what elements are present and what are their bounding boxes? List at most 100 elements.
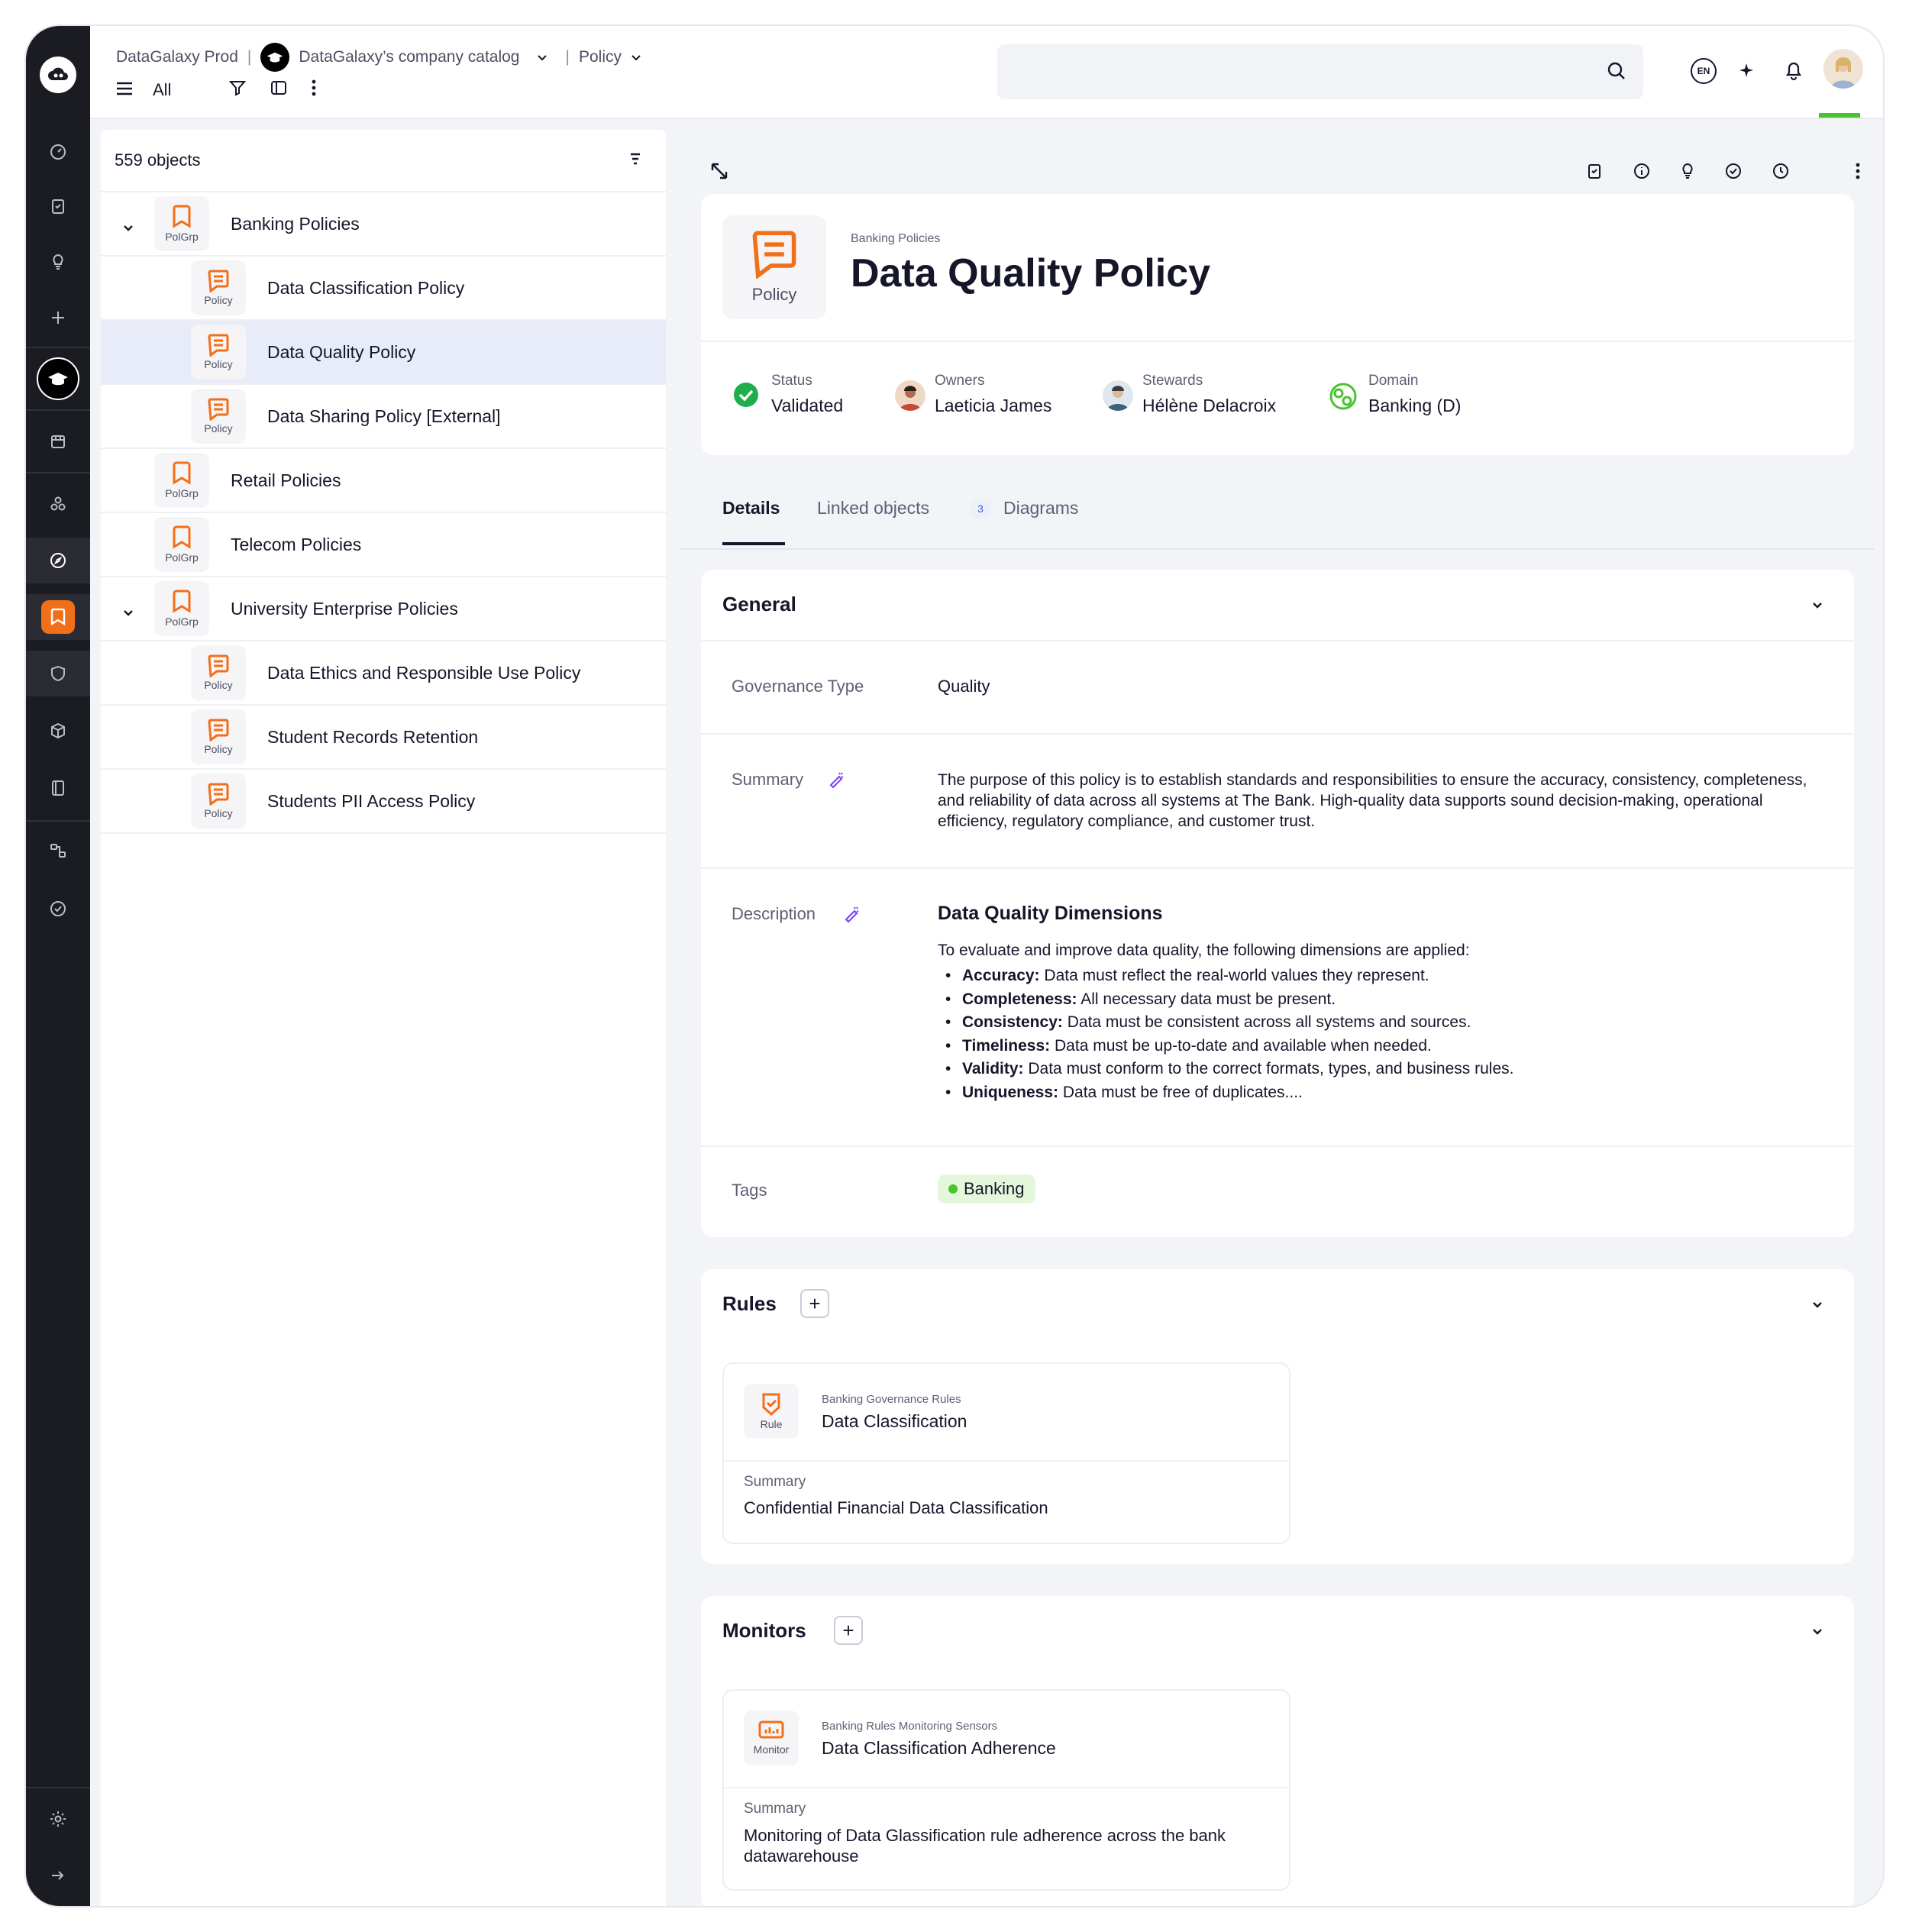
linked-count-badge: 3 xyxy=(970,499,991,518)
tab-linked-objects[interactable]: Linked objects xyxy=(817,498,929,519)
marketplace-icon[interactable] xyxy=(26,418,90,464)
datagalaxy-logo-icon[interactable] xyxy=(40,57,76,93)
search-input[interactable] xyxy=(997,44,1643,99)
summary-value[interactable]: The purpose of this policy is to establi… xyxy=(938,770,1808,832)
tree-item-label: Telecom Policies xyxy=(231,534,362,554)
expand-arrow-icon[interactable] xyxy=(26,1853,90,1898)
rule-summary: Confidential Financial Data Classificati… xyxy=(744,1498,1048,1517)
section-title: General xyxy=(722,593,796,615)
tab-diagrams[interactable]: Diagrams xyxy=(1003,498,1078,519)
tree-item-data-quality-policy[interactable]: Policy Data Quality Policy xyxy=(101,321,666,385)
tree-item-data-classification-policy[interactable]: Policy Data Classification Policy xyxy=(101,257,666,321)
add-monitor-button[interactable]: + xyxy=(834,1616,863,1645)
suggestions-icon[interactable] xyxy=(26,239,90,285)
more-vertical-icon[interactable] xyxy=(312,79,316,101)
panel-toggle-icon[interactable] xyxy=(270,79,287,101)
active-tab-indicator xyxy=(722,542,785,545)
section-title: Monitors xyxy=(722,1619,806,1642)
rule-card[interactable]: Rule Banking Governance Rules Data Class… xyxy=(722,1362,1290,1544)
tree-item-data-ethics-policy[interactable]: Policy Data Ethics and Responsible Use P… xyxy=(101,641,666,706)
entity-type[interactable]: Policy xyxy=(579,48,622,66)
tasks-icon[interactable] xyxy=(1585,162,1604,184)
tree-item-telecom-policies[interactable]: PolGrp Telecom Policies xyxy=(101,513,666,577)
entity-chevron-down-icon[interactable] xyxy=(631,48,641,66)
monitor-name: Data Classification Adherence xyxy=(822,1738,1056,1758)
tag-chip[interactable]: Banking xyxy=(938,1174,1035,1203)
package-icon[interactable] xyxy=(26,708,90,754)
dimensions-list: Accuracy: Data must reflect the real-wor… xyxy=(938,964,1816,1104)
tasks-icon[interactable] xyxy=(26,183,90,229)
add-rule-button[interactable]: + xyxy=(800,1289,829,1318)
policy-icon: Policy xyxy=(191,389,246,444)
glossary-icon[interactable] xyxy=(26,481,90,527)
catalog-name[interactable]: DataGalaxy’s company catalog xyxy=(299,48,519,66)
more-vertical-icon[interactable] xyxy=(1856,162,1860,184)
tree-item-students-pii-access-policy[interactable]: Policy Students PII Access Policy xyxy=(101,770,666,834)
tree-item-university-enterprise-policies[interactable]: PolGrp University Enterprise Policies xyxy=(101,577,666,641)
tree-item-label: Student Records Retention xyxy=(267,726,479,747)
view-all-label[interactable]: All xyxy=(153,80,171,100)
tree-item-label: Data Quality Policy xyxy=(267,341,416,362)
tree-item-banking-policies[interactable]: PolGrp Banking Policies xyxy=(101,192,666,257)
expand-diagonal-icon[interactable] xyxy=(710,162,728,184)
list-item: Completeness: All necessary data must be… xyxy=(938,988,1816,1012)
tree-item-label: Data Sharing Policy [External] xyxy=(267,405,501,426)
filter-icon[interactable] xyxy=(229,79,247,101)
rule-parent: Banking Governance Rules xyxy=(822,1393,961,1406)
rules-section: Rules + Rule Banking Governance Rules Da… xyxy=(701,1269,1854,1564)
history-clock-icon[interactable] xyxy=(1772,162,1790,184)
catalog-chevron-down-icon[interactable] xyxy=(537,48,548,66)
tab-details[interactable]: Details xyxy=(722,498,780,519)
page-title: Data Quality Policy xyxy=(851,251,1211,296)
tree-item-label: Data Ethics and Responsible Use Policy xyxy=(267,662,581,683)
policy-group-icon: PolGrp xyxy=(154,196,209,251)
monitor-card[interactable]: Monitor Banking Rules Monitoring Sensors… xyxy=(722,1689,1290,1891)
governance-shield-icon[interactable] xyxy=(26,651,90,696)
tree-item-label: University Enterprise Policies xyxy=(231,598,458,619)
chevron-down-icon[interactable] xyxy=(122,602,134,622)
dashboard-icon[interactable] xyxy=(26,129,90,175)
menu-icon[interactable] xyxy=(116,80,133,100)
settings-gear-icon[interactable] xyxy=(26,1796,90,1842)
ai-sparkle-icon[interactable] xyxy=(1736,61,1756,85)
explore-icon[interactable] xyxy=(26,538,90,583)
tree-item-retail-policies[interactable]: PolGrp Retail Policies xyxy=(101,449,666,513)
tree-item-data-sharing-policy[interactable]: Policy Data Sharing Policy [External] xyxy=(101,385,666,449)
object-tree-panel: 559 objects PolGrp Banking Policies Poli… xyxy=(101,130,666,1906)
quality-check-icon[interactable] xyxy=(26,886,90,932)
list-item: Consistency: Data must be consistent acr… xyxy=(938,1011,1816,1035)
policy-group-icon: PolGrp xyxy=(154,453,209,508)
general-section: General Governance Type Quality Summary … xyxy=(701,570,1854,1237)
governance-type-value[interactable]: Quality xyxy=(938,677,990,696)
tree-item-label: Banking Policies xyxy=(231,213,360,234)
suggestion-bulb-icon[interactable] xyxy=(1678,162,1697,184)
list-item: Timeliness: Data must be up-to-date and … xyxy=(938,1035,1816,1058)
chevron-down-icon[interactable] xyxy=(122,217,134,237)
info-icon[interactable] xyxy=(1633,162,1651,184)
search-icon[interactable] xyxy=(1607,61,1626,85)
workspace-name[interactable]: DataGalaxy Prod xyxy=(116,48,238,66)
lineage-icon[interactable] xyxy=(26,828,90,874)
chevron-down-icon[interactable] xyxy=(1811,1627,1823,1640)
chevron-down-icon[interactable] xyxy=(1811,600,1823,614)
policy-active-icon[interactable] xyxy=(41,600,75,634)
tree-item-student-records-retention[interactable]: Policy Student Records Retention xyxy=(101,706,666,770)
monitors-section: Monitors + Monitor Banking Rules Monitor… xyxy=(701,1596,1854,1906)
monitor-parent: Banking Rules Monitoring Sensors xyxy=(822,1720,998,1733)
policy-icon: Policy xyxy=(191,709,246,764)
monitor-summary-label: Summary xyxy=(744,1801,806,1817)
book-icon[interactable] xyxy=(26,765,90,811)
rule-summary-label: Summary xyxy=(744,1474,806,1490)
description-value[interactable]: Data Quality Dimensions To evaluate and … xyxy=(938,903,1816,1104)
user-avatar[interactable] xyxy=(1823,49,1863,89)
notifications-bell-icon[interactable] xyxy=(1784,60,1804,85)
quality-check-icon[interactable] xyxy=(1724,162,1743,184)
add-icon[interactable] xyxy=(26,295,90,341)
catalog-avatar-icon[interactable] xyxy=(37,357,79,400)
chevron-down-icon[interactable] xyxy=(1811,1300,1823,1313)
parent-label[interactable]: Banking Policies xyxy=(851,232,940,246)
language-button[interactable]: EN xyxy=(1691,58,1717,84)
ai-edit-wand-icon[interactable] xyxy=(828,770,846,792)
ai-edit-wand-icon[interactable] xyxy=(843,904,861,926)
sort-list-icon[interactable] xyxy=(629,150,641,170)
